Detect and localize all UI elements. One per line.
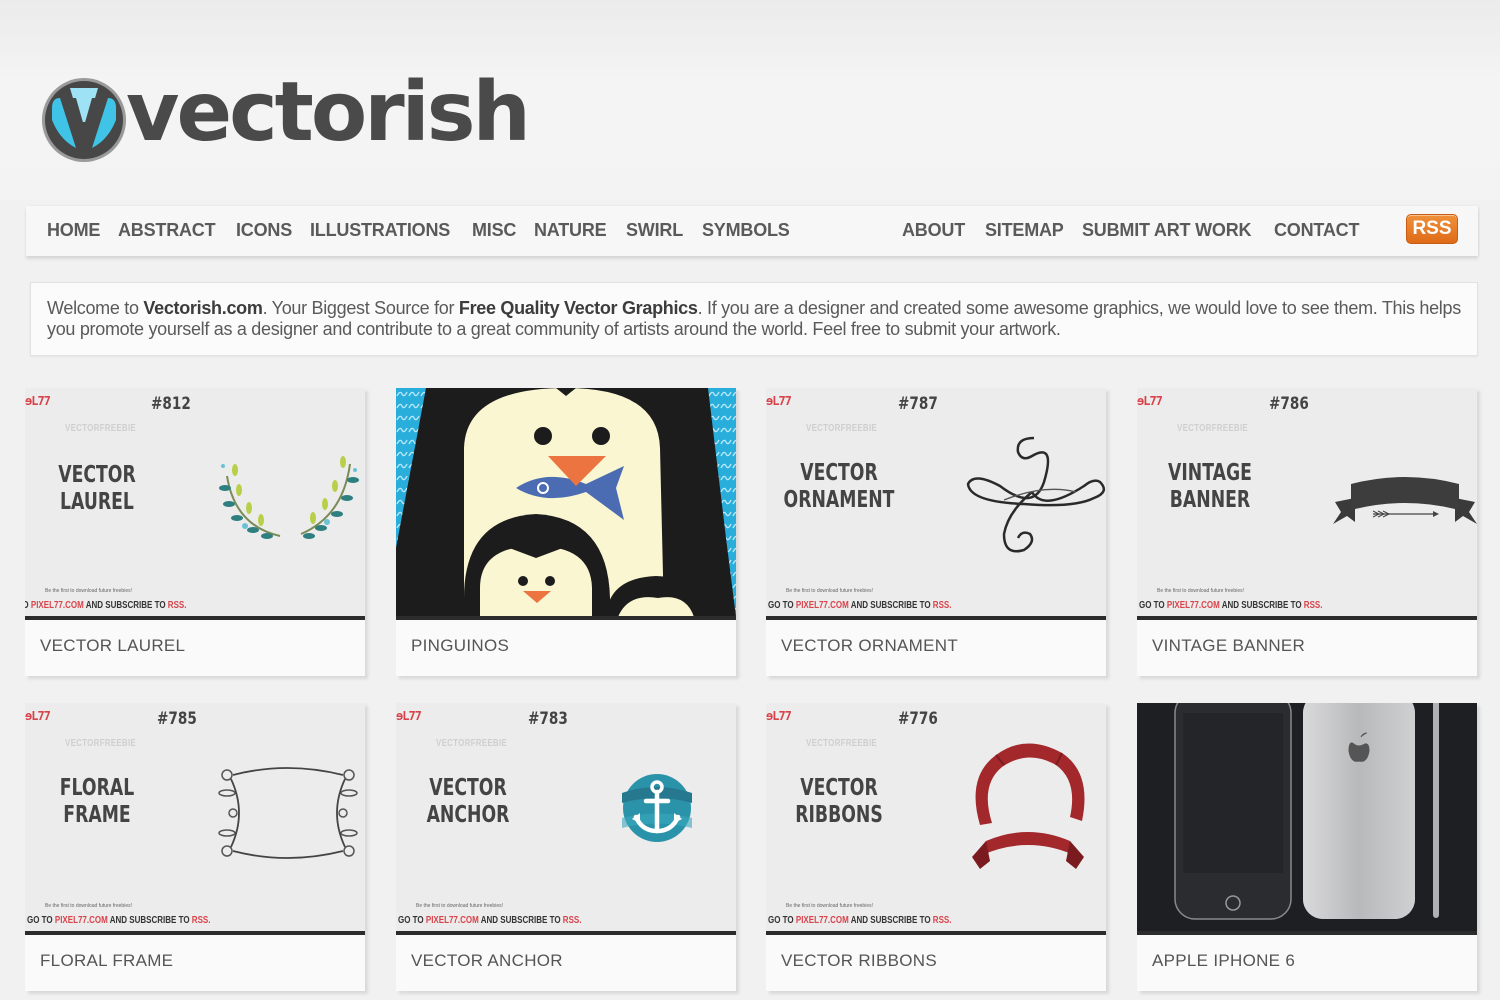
thumb-footer: GO TO PIXEL77.COM AND SUBSCRIBE TO RSS. bbox=[768, 915, 952, 926]
laurel-icon bbox=[219, 456, 359, 539]
thumb-divider bbox=[25, 616, 365, 620]
pixel77-logo: ɘL77 bbox=[766, 394, 792, 408]
nav-about[interactable]: ABOUT bbox=[902, 220, 965, 241]
card-title[interactable]: VECTOR LAUREL bbox=[40, 636, 185, 656]
logo-v-icon bbox=[42, 78, 126, 162]
anchor-icon bbox=[622, 774, 692, 842]
thumb-title: VECTOR RIBBONS bbox=[795, 775, 883, 828]
thumb-divider bbox=[1137, 616, 1477, 620]
nav-abstract[interactable]: ABSTRACT bbox=[118, 220, 216, 241]
nav-sitemap[interactable]: SITEMAP bbox=[985, 220, 1064, 241]
card-thumbnail[interactable]: ɘL77 #787 VECTORFREEBIE VECTOR ORNAMENT B… bbox=[766, 388, 1106, 617]
nav-home[interactable]: HOME bbox=[47, 220, 100, 241]
thumb-title: VECTOR ORNAMENT bbox=[783, 460, 895, 513]
thumb-number: #776 bbox=[898, 709, 938, 729]
pixel77-logo: ɘL77 bbox=[1137, 394, 1163, 408]
nav-symbols[interactable]: SYMBOLS bbox=[702, 220, 790, 241]
card-vector-laurel[interactable]: ɘL77 #812 VECTORFREEBIE VECTOR LAUREL Be … bbox=[25, 388, 365, 676]
thumb-freebie: VECTORFREEBIE bbox=[806, 738, 877, 749]
card-thumbnail[interactable]: ɘL77 #812 VECTORFREEBIE VECTOR LAUREL Be … bbox=[25, 388, 365, 617]
nav-contact[interactable]: CONTACT bbox=[1274, 220, 1359, 241]
card-thumbnail[interactable] bbox=[1137, 703, 1477, 932]
welcome-box: Welcome to Vectorish.com. Your Biggest S… bbox=[30, 282, 1478, 356]
thumb-divider bbox=[766, 931, 1106, 935]
tagline-bold: Free Quality Vector Graphics bbox=[458, 298, 698, 318]
card-thumbnail[interactable]: ɘL77 #783 VECTORFREEBIE VECTOR ANCHOR Be … bbox=[396, 703, 736, 932]
thumb-small-text: Be the first to download future freebies… bbox=[416, 903, 503, 909]
site-name-link: Vectorish.com bbox=[143, 298, 263, 318]
nav-nature[interactable]: NATURE bbox=[534, 220, 607, 241]
card-vintage-banner[interactable]: ɘL77 #786 VECTORFREEBIE VINTAGE BANNER Be… bbox=[1137, 388, 1477, 676]
nav-icons[interactable]: ICONS bbox=[236, 220, 292, 241]
main-nav: HOME ABSTRACT ICONS ILLUSTRATIONS MISC N… bbox=[26, 206, 1478, 256]
thumb-footer: GO TO PIXEL77.COM AND SUBSCRIBE TO RSS. bbox=[768, 600, 952, 611]
ribbons-icon bbox=[972, 743, 1085, 869]
thumb-small-text: Be the first to download future freebies… bbox=[45, 903, 132, 909]
iphone-illustration bbox=[1137, 703, 1477, 932]
card-title[interactable]: PINGUINOS bbox=[411, 636, 509, 656]
thumb-divider bbox=[766, 616, 1106, 620]
thumb-number: #783 bbox=[528, 709, 568, 729]
floral-frame-icon bbox=[218, 767, 358, 859]
banner-ribbon-icon bbox=[1333, 477, 1477, 524]
card-thumbnail[interactable]: ɘL77 #785 VECTORFREEBIE FLORAL FRAME Be t… bbox=[25, 703, 365, 932]
thumb-number: #786 bbox=[1269, 394, 1309, 414]
pixel77-logo: ɘL77 bbox=[396, 709, 422, 723]
card-vector-ornament[interactable]: ɘL77 #787 VECTORFREEBIE VECTOR ORNAMENT B… bbox=[766, 388, 1106, 676]
thumb-freebie: VECTORFREEBIE bbox=[65, 738, 136, 749]
thumb-footer: GO TO PIXEL77.COM AND SUBSCRIBE TO RSS. bbox=[25, 600, 187, 611]
pixel77-logo: ɘL77 bbox=[25, 709, 51, 723]
thumb-title: VECTOR LAUREL bbox=[58, 462, 136, 515]
ornament-swirl-icon bbox=[966, 436, 1106, 553]
card-pinguinos[interactable]: PINGUINOS bbox=[396, 388, 736, 676]
thumb-divider bbox=[396, 931, 736, 935]
thumb-divider bbox=[1137, 931, 1477, 935]
thumb-title: VECTOR ANCHOR bbox=[426, 775, 510, 828]
nav-misc[interactable]: MISC bbox=[472, 220, 516, 241]
rss-button[interactable]: RSS bbox=[1406, 214, 1458, 244]
thumb-freebie: VECTORFREEBIE bbox=[806, 423, 877, 434]
nav-illustrations[interactable]: ILLUSTRATIONS bbox=[310, 220, 450, 241]
logo-wordmark: vectorish bbox=[126, 65, 531, 160]
thumb-footer: GO TO PIXEL77.COM AND SUBSCRIBE TO RSS. bbox=[1139, 600, 1323, 611]
thumb-title: VINTAGE BANNER bbox=[1168, 460, 1252, 513]
thumb-small-text: Be the first to download future freebies… bbox=[786, 903, 873, 909]
welcome-text: . Your Biggest Source for bbox=[262, 298, 459, 318]
thumb-freebie: VECTORFREEBIE bbox=[1177, 423, 1248, 434]
card-thumbnail[interactable] bbox=[396, 388, 736, 617]
thumb-footer: GO TO PIXEL77.COM AND SUBSCRIBE TO RSS. bbox=[27, 915, 211, 926]
card-title[interactable]: VECTOR ORNAMENT bbox=[781, 636, 958, 656]
card-title[interactable]: VECTOR ANCHOR bbox=[411, 951, 563, 971]
card-title[interactable]: FLORAL FRAME bbox=[40, 951, 173, 971]
thumb-small-text: Be the first to download future freebies… bbox=[786, 588, 873, 594]
welcome-text: Welcome to bbox=[47, 298, 144, 318]
thumb-freebie: VECTORFREEBIE bbox=[65, 423, 136, 434]
thumb-footer: GO TO PIXEL77.COM AND SUBSCRIBE TO RSS. bbox=[398, 915, 582, 926]
thumb-number: #812 bbox=[151, 394, 191, 414]
thumb-number: #787 bbox=[898, 394, 938, 414]
pixel77-logo: ɘL77 bbox=[766, 709, 792, 723]
card-thumbnail[interactable]: ɘL77 #776 VECTORFREEBIE VECTOR RIBBONS Be… bbox=[766, 703, 1106, 932]
thumb-title: FLORAL FRAME bbox=[59, 775, 135, 828]
thumb-small-text: Be the first to download future freebies… bbox=[1157, 588, 1244, 594]
card-title[interactable]: VINTAGE BANNER bbox=[1152, 636, 1305, 656]
card-floral-frame[interactable]: ɘL77 #785 VECTORFREEBIE FLORAL FRAME Be t… bbox=[25, 703, 365, 991]
card-apple-iphone-6[interactable]: APPLE IPHONE 6 bbox=[1137, 703, 1477, 991]
nav-swirl[interactable]: SWIRL bbox=[626, 220, 683, 241]
thumb-freebie: VECTORFREEBIE bbox=[436, 738, 507, 749]
card-thumbnail[interactable]: ɘL77 #786 VECTORFREEBIE VINTAGE BANNER Be… bbox=[1137, 388, 1477, 617]
card-vector-anchor[interactable]: ɘL77 #783 VECTORFREEBIE VECTOR ANCHOR Be … bbox=[396, 703, 736, 991]
card-vector-ribbons[interactable]: ɘL77 #776 VECTORFREEBIE VECTOR RIBBONS Be… bbox=[766, 703, 1106, 991]
card-title[interactable]: VECTOR RIBBONS bbox=[781, 951, 937, 971]
site-logo[interactable]: vectorish bbox=[40, 72, 531, 164]
site-header: vectorish bbox=[0, 0, 1500, 200]
card-title[interactable]: APPLE IPHONE 6 bbox=[1152, 951, 1295, 971]
thumb-divider bbox=[25, 931, 365, 935]
thumb-divider bbox=[396, 616, 736, 620]
pixel77-logo: ɘL77 bbox=[25, 394, 51, 408]
nav-submit-art-work[interactable]: SUBMIT ART WORK bbox=[1082, 220, 1252, 241]
thumb-number: #785 bbox=[157, 709, 197, 729]
penguins-illustration bbox=[396, 388, 736, 617]
thumb-small-text: Be the first to download future freebies… bbox=[45, 588, 132, 594]
